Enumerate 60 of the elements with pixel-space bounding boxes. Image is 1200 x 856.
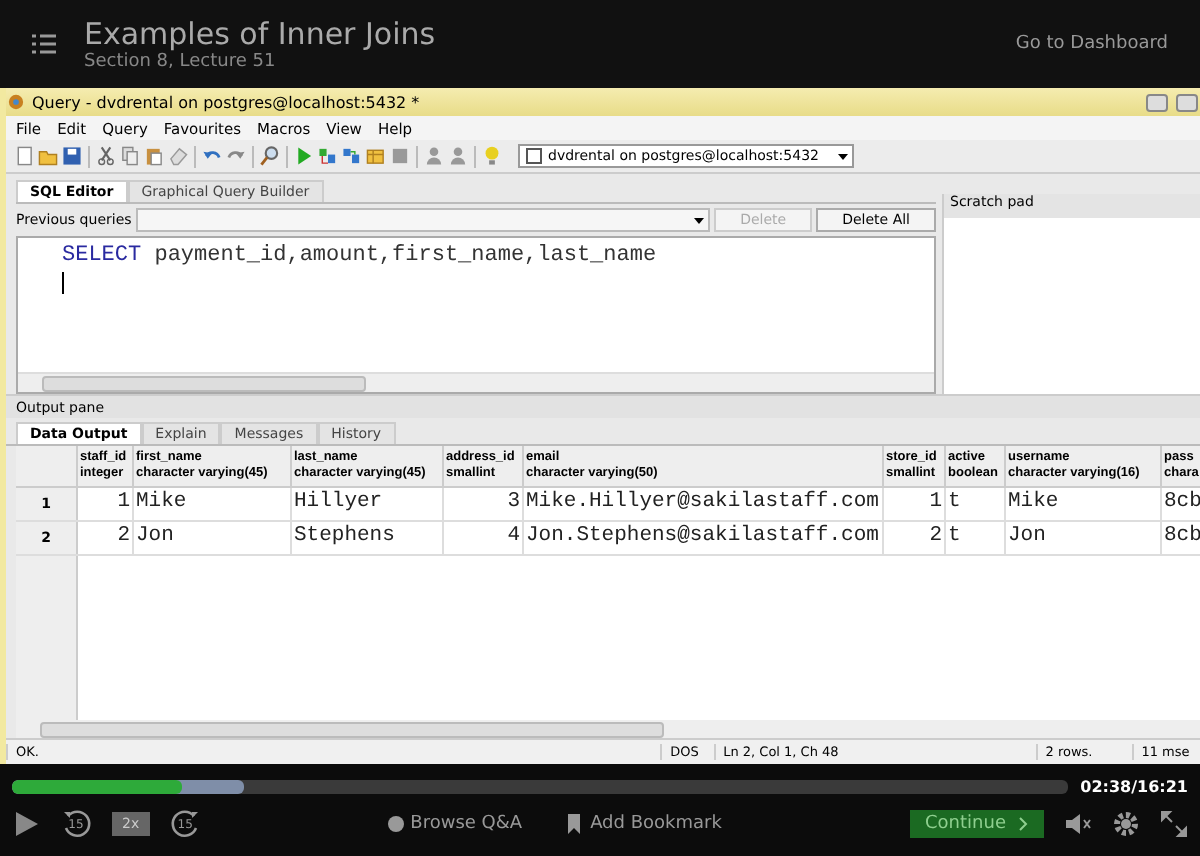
table-cell-text: 8cb bbox=[1162, 522, 1200, 552]
open-folder-icon[interactable] bbox=[38, 146, 58, 166]
table-cell: t bbox=[946, 522, 1006, 554]
scrollbar-thumb[interactable] bbox=[42, 375, 366, 391]
minimize-button[interactable] bbox=[1146, 93, 1168, 111]
table-cell: Jon.Stephens@sakilastaff.com bbox=[524, 522, 884, 554]
copy-icon[interactable] bbox=[120, 146, 140, 166]
code-line: SELECT payment_id,amount,first_name,last_name bbox=[62, 244, 659, 268]
diagram-icon[interactable] bbox=[318, 146, 338, 166]
eraser-icon[interactable] bbox=[168, 146, 188, 166]
table-cell: 1 bbox=[884, 488, 946, 520]
lecture-subtitle: Section 8, Lecture 51 bbox=[84, 52, 278, 72]
chevron-icon bbox=[1018, 816, 1028, 832]
person-icon[interactable] bbox=[424, 146, 444, 166]
mute-icon[interactable] bbox=[1064, 810, 1092, 838]
table-cell: 3 bbox=[444, 488, 524, 520]
bulb-icon[interactable] bbox=[482, 146, 502, 166]
time-display: 02:38/16:21 bbox=[1080, 777, 1188, 795]
person-icon[interactable] bbox=[448, 146, 468, 166]
checkbox[interactable] bbox=[526, 148, 542, 164]
fullscreen-icon[interactable] bbox=[1160, 810, 1188, 838]
stop-icon[interactable] bbox=[390, 146, 410, 166]
scrollbar-thumb[interactable] bbox=[40, 721, 664, 737]
paste-icon[interactable] bbox=[144, 146, 164, 166]
sql-editor[interactable]: SELECT payment_id,amount,first_name,last_name bbox=[16, 236, 936, 394]
table-cell: Mike bbox=[1006, 488, 1162, 520]
dashboard-link[interactable]: Go to Dashboard bbox=[1015, 34, 1168, 54]
save-icon[interactable] bbox=[62, 146, 82, 166]
browse-qa-button[interactable]: Browse Q&A bbox=[388, 814, 523, 834]
table-cell: Mike.Hillyer@sakilastaff.com bbox=[524, 488, 884, 520]
bookmark-icon bbox=[566, 814, 585, 834]
table-cell: t bbox=[946, 488, 1006, 520]
table-cell: 2 bbox=[884, 522, 946, 554]
scissors-icon[interactable] bbox=[96, 146, 116, 166]
table-cell: Jon bbox=[1006, 522, 1162, 554]
app-icon bbox=[6, 92, 26, 112]
table-cell: 2 bbox=[78, 522, 134, 554]
table-cell: Mike bbox=[134, 488, 292, 520]
maximize-button[interactable] bbox=[1176, 93, 1198, 111]
play-icon[interactable] bbox=[12, 810, 40, 838]
table-icon[interactable] bbox=[366, 146, 386, 166]
table-cell: Stephens bbox=[292, 522, 444, 554]
table-cell: Hillyer bbox=[292, 488, 444, 520]
lecture-title: Examples of Inner Joins bbox=[84, 16, 438, 52]
diagram-icon[interactable] bbox=[342, 146, 362, 166]
table-cell: 4 bbox=[444, 522, 524, 554]
search-icon[interactable] bbox=[260, 146, 280, 166]
new-file-icon[interactable] bbox=[14, 146, 34, 166]
previous-queries-select[interactable] bbox=[135, 208, 711, 232]
window-title: Query - dvdrental on postgres@localhost:5432 * bbox=[32, 93, 422, 111]
help-icon bbox=[388, 816, 405, 832]
menu-icon[interactable] bbox=[32, 34, 56, 54]
continue-button[interactable]: Continue bbox=[909, 810, 1044, 838]
add-bookmark-button[interactable]: Add Bookmark bbox=[566, 814, 722, 834]
progress-bar[interactable] bbox=[12, 779, 1069, 793]
table-cell: 1 bbox=[78, 488, 134, 520]
settings-icon[interactable] bbox=[1112, 810, 1140, 838]
table-cell-text: 8cb bbox=[1162, 488, 1200, 518]
table-cell: Jon bbox=[134, 522, 292, 554]
run-icon[interactable] bbox=[294, 146, 314, 166]
